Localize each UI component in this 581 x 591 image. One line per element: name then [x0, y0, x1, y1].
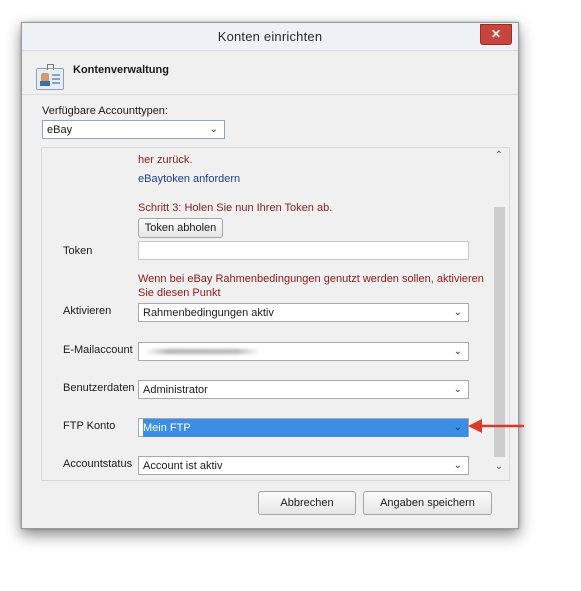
annotation-arrow-icon — [468, 419, 524, 433]
back-text: her zurück. — [138, 154, 193, 166]
chevron-down-icon: ⌄ — [209, 124, 218, 135]
status-label: Accountstatus — [63, 458, 133, 470]
status-value: Account ist aktiv — [143, 460, 223, 472]
activate-value: Rahmenbedingungen aktiv — [143, 307, 274, 319]
activate-label: Aktivieren — [63, 305, 112, 317]
ftp-label: FTP Konto — [63, 420, 116, 432]
fetch-token-button[interactable]: Token abholen — [138, 218, 223, 238]
account-types-label: Verfügbare Accounttypen: — [42, 105, 168, 117]
userdata-label: Benutzerdaten — [63, 382, 135, 394]
accounts-dialog: Konten einrichten ✕ Kontenverwaltung Ver… — [21, 22, 519, 529]
scroll-up-icon[interactable]: ⌃ — [492, 150, 506, 164]
activate-select[interactable]: Rahmenbedingungen aktiv ⌄ — [138, 303, 469, 322]
id-card-icon — [36, 64, 64, 90]
ftp-select[interactable]: Mein FTP ⌄ — [138, 418, 469, 437]
chevron-down-icon: ⌄ — [453, 422, 462, 433]
close-icon: ✕ — [490, 27, 502, 41]
status-select[interactable]: Account ist aktiv ⌄ — [138, 456, 469, 475]
framework-note-line1: Wenn bei eBay Rahmenbedingungen genutzt … — [138, 273, 484, 285]
dialog-title: Konten einrichten — [217, 29, 323, 44]
email-select[interactable]: ⌄ — [138, 342, 469, 361]
userdata-value: Administrator — [143, 384, 208, 396]
redacted-email — [145, 349, 260, 354]
settings-panel: her zurück. eBaytoken anfordern Schritt … — [41, 147, 510, 481]
ftp-value: Mein FTP — [143, 419, 468, 437]
token-input[interactable] — [138, 241, 469, 260]
close-button[interactable]: ✕ — [480, 24, 512, 45]
title-bar[interactable]: Konten einrichten ✕ — [22, 23, 518, 51]
token-label: Token — [63, 245, 93, 257]
email-label: E-Mailaccount — [63, 344, 133, 356]
chevron-down-icon: ⌄ — [453, 307, 462, 318]
account-type-select[interactable]: eBay ⌄ — [42, 120, 225, 139]
cancel-button[interactable]: Abbrechen — [258, 491, 356, 515]
chevron-down-icon: ⌄ — [453, 384, 462, 395]
chevron-down-icon: ⌄ — [453, 346, 462, 357]
chevron-down-icon: ⌄ — [453, 460, 462, 471]
header-section: Kontenverwaltung — [22, 51, 518, 94]
header-divider — [22, 94, 518, 95]
userdata-select[interactable]: Administrator ⌄ — [138, 380, 469, 399]
account-type-value: eBay — [47, 124, 73, 136]
save-button[interactable]: Angaben speichern — [363, 491, 492, 515]
header-title: Kontenverwaltung — [73, 64, 169, 76]
framework-note-line2: Sie diesen Punkt — [138, 287, 221, 299]
step3-text: Schritt 3: Holen Sie nun Ihren Token ab. — [138, 202, 333, 214]
scroll-down-icon[interactable]: ⌄ — [492, 461, 506, 475]
request-token-link[interactable]: eBaytoken anfordern — [138, 173, 240, 185]
